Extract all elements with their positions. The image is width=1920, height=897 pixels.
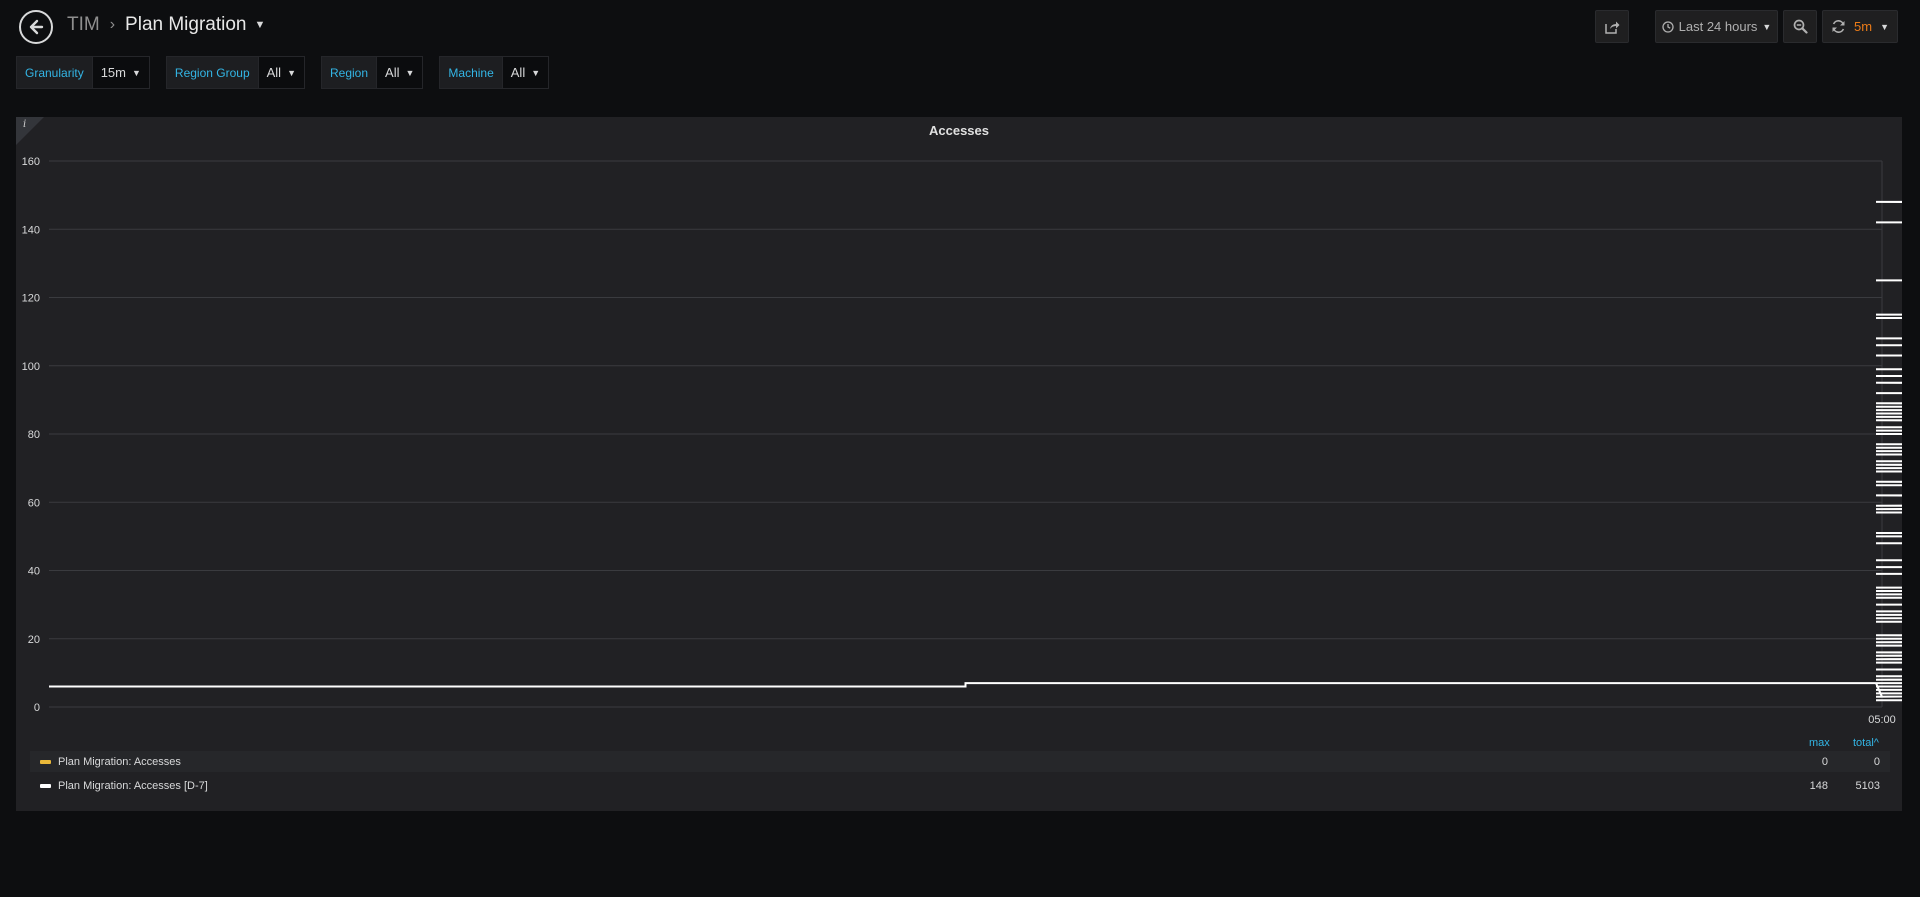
series-line xyxy=(49,200,1902,702)
sort-ascending-icon: ^ xyxy=(1873,737,1879,749)
granularity-dropdown[interactable]: 15m ▼ xyxy=(92,56,150,89)
region-dropdown[interactable]: All ▼ xyxy=(377,56,424,89)
variable-label: Machine xyxy=(439,56,503,89)
template-variables: Granularity 15m ▼ Region Group All ▼ Reg… xyxy=(16,56,565,89)
legend-series-name[interactable]: Plan Migration: Accesses [D-7] xyxy=(58,780,1890,792)
variable-machine: Machine All ▼ xyxy=(439,56,550,89)
dashboard-title[interactable]: Plan Migration xyxy=(125,14,246,36)
legend-series-total: 5103 xyxy=(1855,779,1880,792)
caret-down-icon: ▼ xyxy=(131,67,141,78)
variable-region-group: Region Group All ▼ xyxy=(165,56,305,89)
legend-series-row[interactable]: Plan Migration: Accesses [D-7] 148 5103 xyxy=(30,775,1890,796)
y-tick-label: 60 xyxy=(28,497,40,509)
zoom-out-button[interactable] xyxy=(1783,10,1817,43)
series-color-swatch[interactable] xyxy=(40,759,51,764)
variable-region: Region All ▼ xyxy=(321,56,424,89)
legend-header-total[interactable]: total^ xyxy=(1853,737,1879,749)
legend-header-total-label: total xyxy=(1853,737,1874,749)
caret-down-icon: ▼ xyxy=(1762,21,1772,32)
arrow-left-circle-icon xyxy=(29,19,44,35)
accesses-chart[interactable]: 02040608010012014016005:0006:0007:0008:0… xyxy=(16,117,1902,727)
breadcrumb-parent-link[interactable]: TIM xyxy=(67,14,100,36)
graph-panel: 02040608010012014016005:0006:0007:0008:0… xyxy=(16,117,1902,811)
variable-value: All xyxy=(385,65,400,80)
variable-label: Granularity xyxy=(16,56,93,89)
caret-down-icon[interactable]: ▼ xyxy=(255,19,266,31)
y-tick-label: 100 xyxy=(22,361,40,373)
y-tick-label: 160 xyxy=(22,156,40,168)
series-color-swatch[interactable] xyxy=(40,783,51,788)
refresh-icon xyxy=(1832,20,1845,33)
y-tick-label: 20 xyxy=(28,634,40,646)
y-tick-label: 140 xyxy=(22,224,40,236)
legend-header-max[interactable]: max xyxy=(1809,737,1830,749)
variable-label: Region Group xyxy=(165,56,259,89)
legend-series-name[interactable]: Plan Migration: Accesses xyxy=(58,756,1890,768)
variable-value: 15m xyxy=(100,65,126,80)
legend-series-row[interactable]: Plan Migration: Accesses 0 0 xyxy=(30,751,1890,772)
clock-icon xyxy=(1661,20,1674,33)
share-dashboard-button[interactable] xyxy=(1595,10,1629,43)
legend-series-total: 0 xyxy=(1873,755,1880,768)
variable-granularity: Granularity 15m ▼ xyxy=(16,56,150,89)
caret-down-icon: ▼ xyxy=(287,67,296,78)
time-range-label: Last 24 hours xyxy=(1678,19,1758,34)
breadcrumb: TIM › Plan Migration ▼ xyxy=(67,14,265,36)
variable-value: All xyxy=(510,65,526,80)
variable-value: All xyxy=(266,65,282,80)
caret-down-icon: ▼ xyxy=(405,67,415,78)
y-tick-label: 80 xyxy=(28,429,40,441)
legend-series-max: 0 xyxy=(1821,755,1828,768)
variable-label: Region xyxy=(321,56,378,89)
region-group-dropdown[interactable]: All ▼ xyxy=(258,56,305,89)
breadcrumb-separator: › xyxy=(109,16,116,33)
machine-dropdown[interactable]: All ▼ xyxy=(502,56,550,89)
share-icon xyxy=(1605,21,1620,34)
panel-title[interactable]: Accesses xyxy=(16,123,1902,138)
y-tick-label: 0 xyxy=(34,702,40,714)
refresh-button[interactable]: 5m ▼ xyxy=(1822,10,1898,43)
legend-series-max: 148 xyxy=(1809,779,1828,792)
refresh-interval-label: 5m xyxy=(1854,19,1873,34)
zoom-out-icon xyxy=(1793,19,1808,34)
back-button[interactable] xyxy=(19,10,53,44)
y-tick-label: 40 xyxy=(28,566,40,578)
top-navbar: TIM › Plan Migration ▼ Last 24 hours ▼ 5… xyxy=(0,0,1920,52)
x-tick-label: 05:00 xyxy=(1868,714,1896,726)
caret-down-icon: ▼ xyxy=(1880,21,1889,32)
time-picker-button[interactable]: Last 24 hours ▼ xyxy=(1655,10,1778,43)
caret-down-icon: ▼ xyxy=(531,67,541,78)
y-tick-label: 120 xyxy=(22,293,40,305)
